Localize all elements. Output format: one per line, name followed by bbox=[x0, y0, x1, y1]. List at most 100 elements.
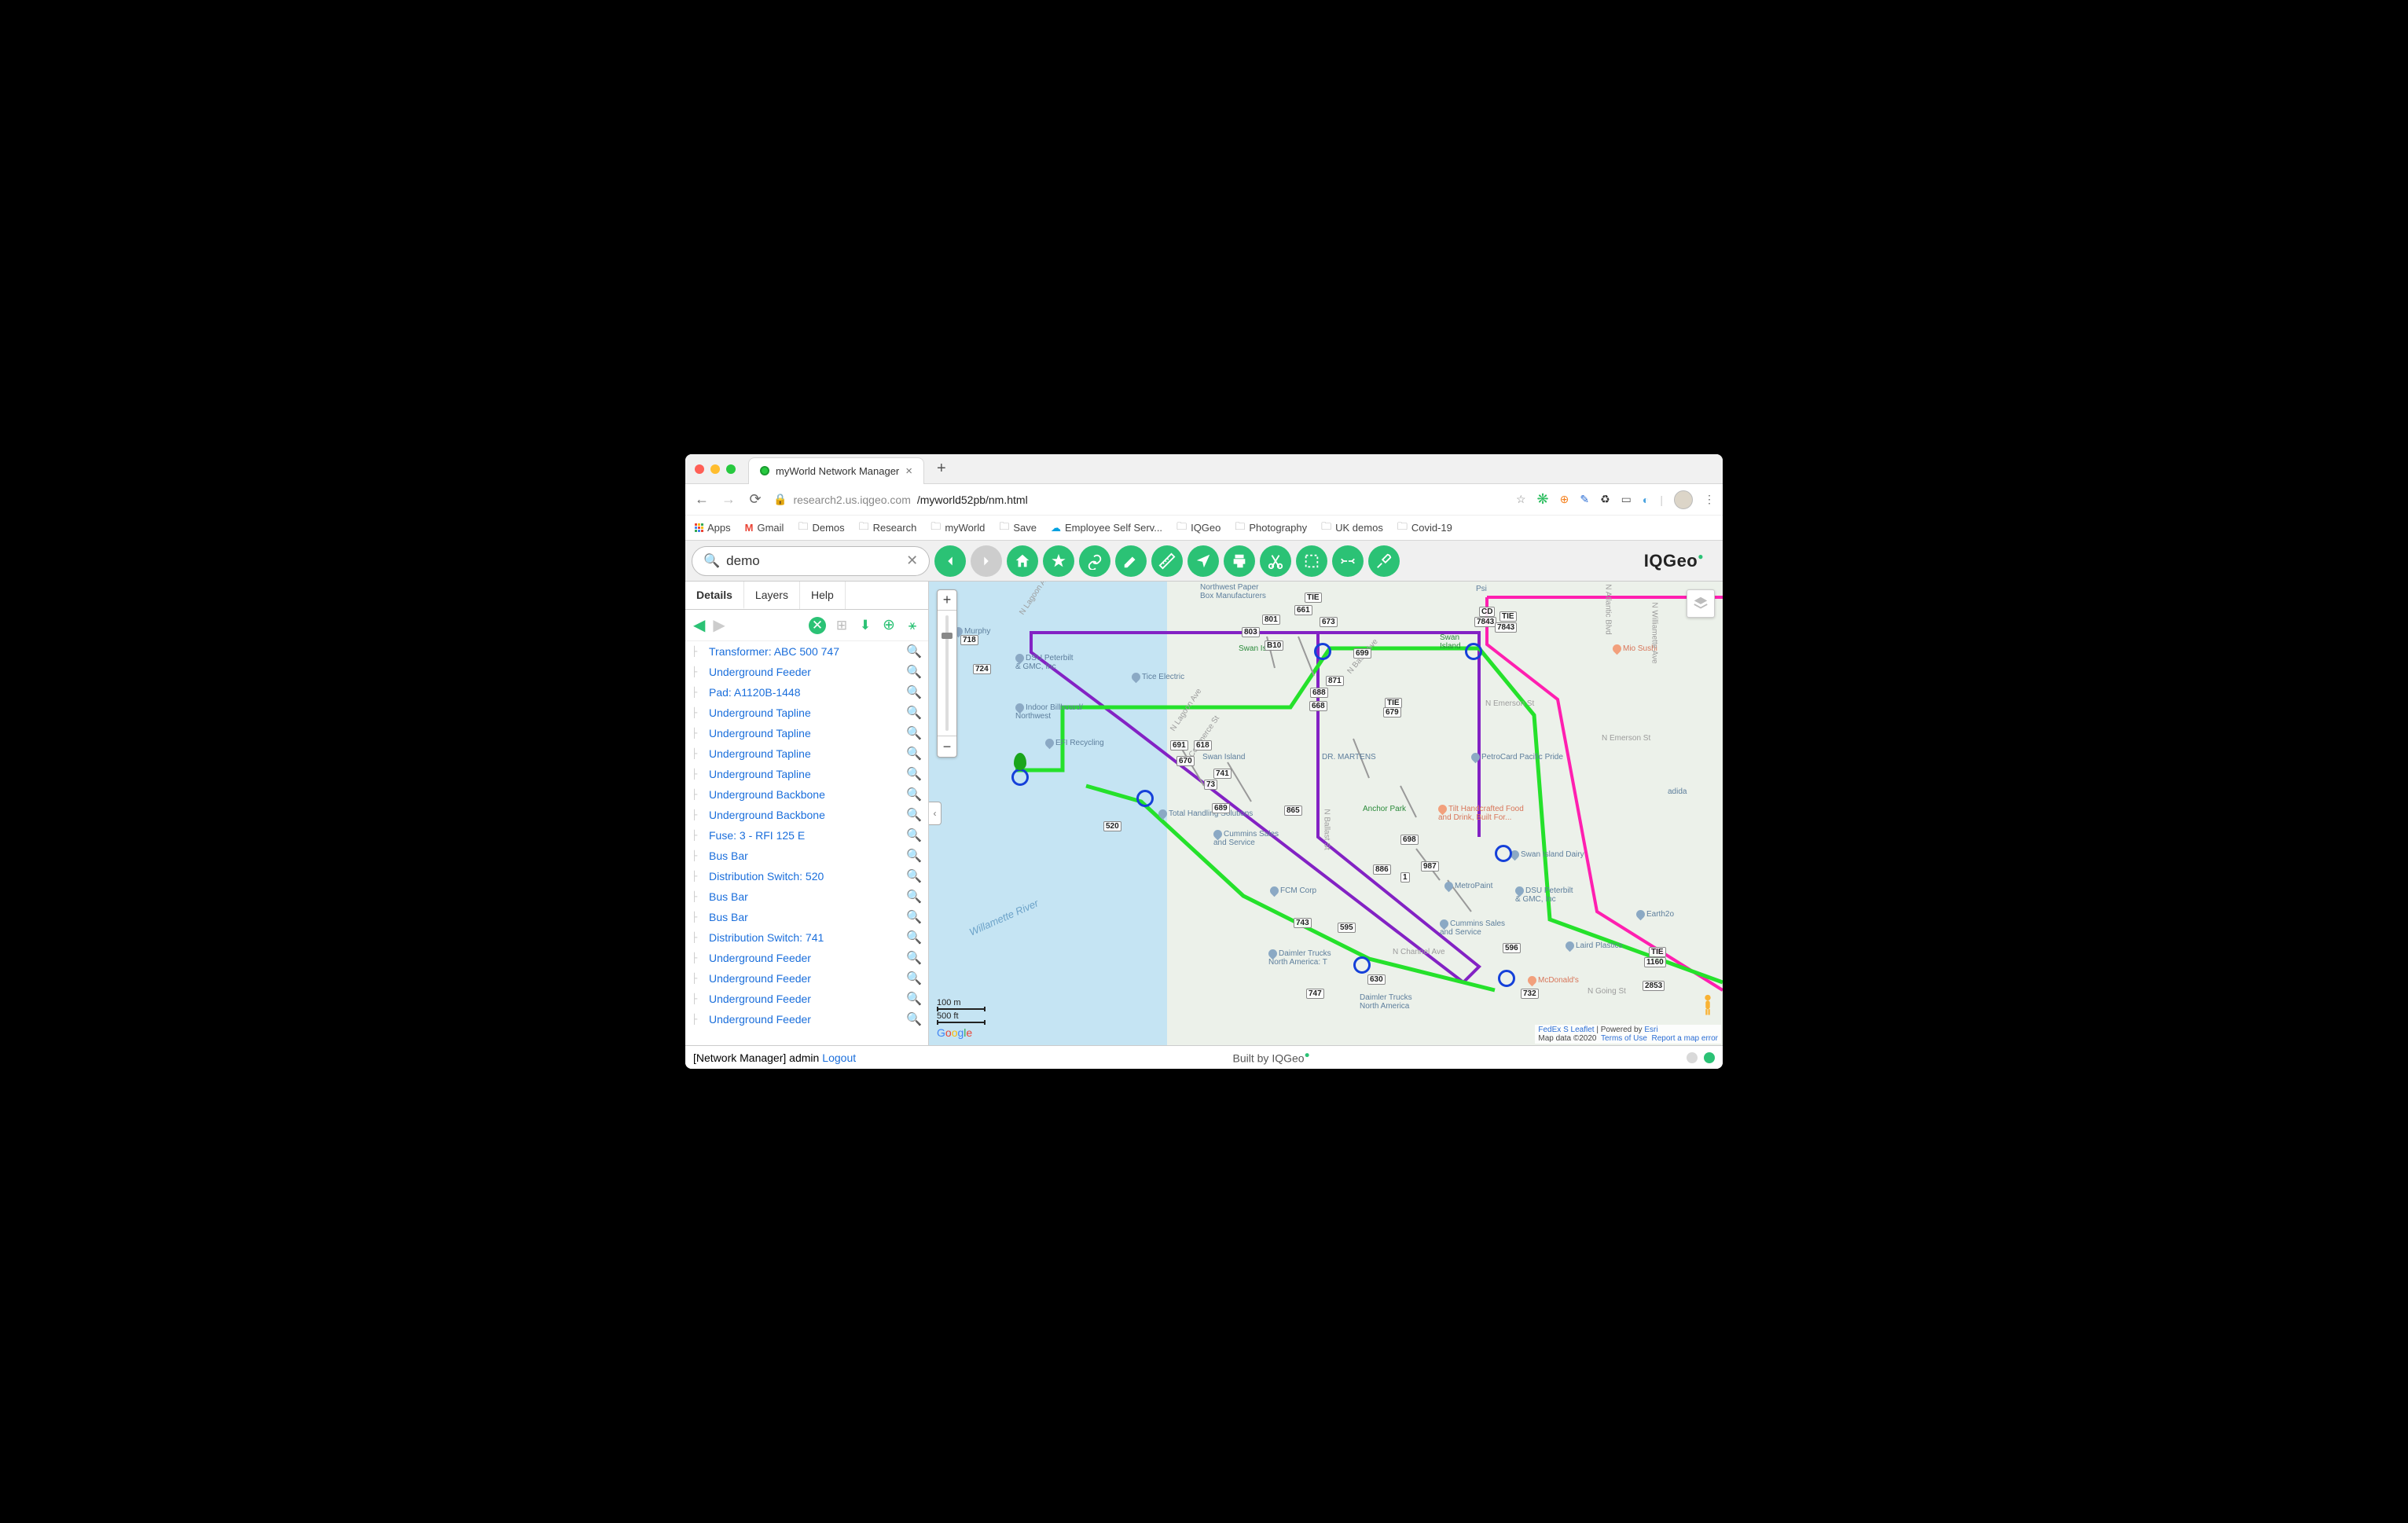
zoom-to-feature-button[interactable]: 🔍 bbox=[906, 664, 922, 680]
zoom-to-feature-button[interactable]: 🔍 bbox=[906, 1011, 922, 1027]
close-tab-icon[interactable]: × bbox=[905, 464, 912, 478]
layers-button[interactable] bbox=[1687, 589, 1715, 618]
node-marker[interactable] bbox=[1498, 970, 1515, 987]
feature-link[interactable]: Underground Tapline bbox=[709, 727, 900, 739]
print-button[interactable] bbox=[1224, 545, 1255, 577]
cut-button[interactable] bbox=[1260, 545, 1291, 577]
zoom-to-button[interactable]: ⊕ bbox=[881, 618, 897, 633]
feature-link[interactable]: Underground Feeder bbox=[709, 972, 900, 985]
recycle-ext-icon[interactable]: ♻ bbox=[1600, 493, 1610, 506]
apps-bookmark[interactable]: Apps bbox=[695, 522, 731, 534]
feature-link[interactable]: Fuse: 3 - RFI 125 E bbox=[709, 829, 900, 842]
link-button[interactable] bbox=[1079, 545, 1110, 577]
node-marker[interactable] bbox=[1353, 956, 1371, 974]
feature-link[interactable]: Pad: A1120B-1448 bbox=[709, 686, 900, 699]
measure-button[interactable] bbox=[1151, 545, 1183, 577]
feature-link[interactable]: Underground Feeder bbox=[709, 952, 900, 964]
zoom-to-feature-button[interactable]: 🔍 bbox=[906, 807, 922, 823]
panel-close-button[interactable]: ✕ bbox=[809, 617, 826, 634]
nav-back-button[interactable]: ← bbox=[693, 491, 710, 508]
bookmark-button[interactable] bbox=[1043, 545, 1074, 577]
ext-icon[interactable]: ◐ bbox=[1643, 494, 1649, 506]
feature-link[interactable]: Underground Tapline bbox=[709, 768, 900, 780]
url-field[interactable]: 🔒 research2.us.iqgeo.com/myworld52pb/nm.… bbox=[773, 493, 1507, 506]
menu-icon[interactable]: ⋮ bbox=[1704, 493, 1715, 506]
demos-bookmark[interactable]: 🗀Demos bbox=[798, 519, 844, 537]
search-input[interactable] bbox=[726, 553, 900, 569]
clear-search-button[interactable]: ✕ bbox=[906, 552, 918, 569]
gmail-bookmark[interactable]: MGmail bbox=[745, 522, 784, 534]
zoom-to-feature-button[interactable]: 🔍 bbox=[906, 828, 922, 843]
feature-link[interactable]: Underground Backbone bbox=[709, 788, 900, 801]
myworld-bookmark[interactable]: 🗀myWorld bbox=[931, 519, 985, 537]
zoom-slider[interactable] bbox=[938, 611, 956, 736]
feature-link[interactable]: Distribution Switch: 520 bbox=[709, 870, 900, 883]
feature-link[interactable]: Bus Bar bbox=[709, 850, 900, 862]
zoom-to-feature-button[interactable]: 🔍 bbox=[906, 909, 922, 925]
feature-link[interactable]: Bus Bar bbox=[709, 890, 900, 903]
feature-link[interactable]: Underground Backbone bbox=[709, 809, 900, 821]
zoom-to-feature-button[interactable]: 🔍 bbox=[906, 705, 922, 721]
research-bookmark[interactable]: 🗀Research bbox=[859, 519, 917, 537]
ext-icon[interactable]: ⊕ bbox=[1560, 493, 1569, 506]
tab-layers[interactable]: Layers bbox=[744, 582, 800, 609]
feature-link[interactable]: Underground Feeder bbox=[709, 666, 900, 678]
connect-button[interactable] bbox=[1332, 545, 1364, 577]
panel-back-button[interactable]: ◀ bbox=[693, 615, 705, 635]
ext-icon[interactable]: ✎ bbox=[1580, 493, 1589, 506]
nav-reload-button[interactable]: ⟳ bbox=[747, 491, 764, 508]
network-icon[interactable]: ⚹ bbox=[905, 618, 920, 633]
nav-forward-button[interactable]: → bbox=[720, 491, 737, 508]
minimize-window-button[interactable] bbox=[710, 464, 720, 474]
forward-button[interactable] bbox=[971, 545, 1002, 577]
home-button[interactable] bbox=[1007, 545, 1038, 577]
map-canvas[interactable]: 718 724 B10 803 801 661 TIE 673 699 CD 7… bbox=[929, 582, 1723, 1045]
feature-link[interactable]: Underground Feeder bbox=[709, 1013, 900, 1026]
panel-forward-button[interactable]: ▶ bbox=[713, 615, 725, 635]
pegman-icon[interactable] bbox=[1699, 993, 1716, 1017]
zoom-in-button[interactable]: + bbox=[938, 590, 956, 611]
locate-button[interactable] bbox=[1187, 545, 1219, 577]
ext-icon[interactable]: ▭ bbox=[1621, 493, 1632, 506]
zoom-to-feature-button[interactable]: 🔍 bbox=[906, 644, 922, 659]
profile-avatar[interactable] bbox=[1674, 490, 1693, 509]
zoom-to-feature-button[interactable]: 🔍 bbox=[906, 848, 922, 864]
zoom-to-feature-button[interactable]: 🔍 bbox=[906, 930, 922, 945]
logout-link[interactable]: Logout bbox=[822, 1051, 856, 1064]
select-button[interactable] bbox=[1296, 545, 1327, 577]
node-marker[interactable] bbox=[1314, 643, 1331, 660]
iqgeo-bookmark[interactable]: 🗀IQGeo bbox=[1176, 519, 1221, 537]
browser-tab[interactable]: myWorld Network Manager × bbox=[748, 457, 924, 484]
tab-help[interactable]: Help bbox=[800, 582, 846, 609]
close-window-button[interactable] bbox=[695, 464, 704, 474]
zoom-to-feature-button[interactable]: 🔍 bbox=[906, 684, 922, 700]
ess-bookmark[interactable]: ☁Employee Self Serv... bbox=[1051, 522, 1162, 534]
feature-link[interactable]: Underground Feeder bbox=[709, 993, 900, 1005]
zoom-to-feature-button[interactable]: 🔍 bbox=[906, 991, 922, 1007]
tools-button[interactable] bbox=[1368, 545, 1400, 577]
node-marker[interactable] bbox=[1136, 790, 1154, 807]
feature-link[interactable]: Bus Bar bbox=[709, 911, 900, 923]
zoom-to-feature-button[interactable]: 🔍 bbox=[906, 746, 922, 762]
edit-button[interactable] bbox=[1115, 545, 1147, 577]
zoom-to-feature-button[interactable]: 🔍 bbox=[906, 787, 922, 802]
ukdemos-bookmark[interactable]: 🗀UK demos bbox=[1321, 519, 1383, 537]
zoom-to-feature-button[interactable]: 🔍 bbox=[906, 766, 922, 782]
back-button[interactable] bbox=[934, 545, 966, 577]
node-marker[interactable] bbox=[1011, 769, 1029, 786]
maximize-window-button[interactable] bbox=[726, 464, 736, 474]
star-icon[interactable]: ☆ bbox=[1516, 493, 1526, 506]
feature-link[interactable]: Underground Tapline bbox=[709, 706, 900, 719]
download-button[interactable]: ⬇ bbox=[857, 618, 873, 633]
grid-icon[interactable]: ⊞ bbox=[834, 618, 850, 633]
new-tab-button[interactable]: + bbox=[931, 457, 953, 481]
zoom-to-feature-button[interactable]: 🔍 bbox=[906, 868, 922, 884]
zoom-out-button[interactable]: − bbox=[938, 736, 956, 757]
zoom-to-feature-button[interactable]: 🔍 bbox=[906, 950, 922, 966]
node-marker[interactable] bbox=[1465, 643, 1482, 660]
photography-bookmark[interactable]: 🗀Photography bbox=[1235, 519, 1307, 537]
zoom-to-feature-button[interactable]: 🔍 bbox=[906, 971, 922, 986]
collapse-panel-button[interactable]: ‹ bbox=[929, 802, 942, 825]
feature-link[interactable]: Transformer: ABC 500 747 bbox=[709, 645, 900, 658]
feature-link[interactable]: Underground Tapline bbox=[709, 747, 900, 760]
